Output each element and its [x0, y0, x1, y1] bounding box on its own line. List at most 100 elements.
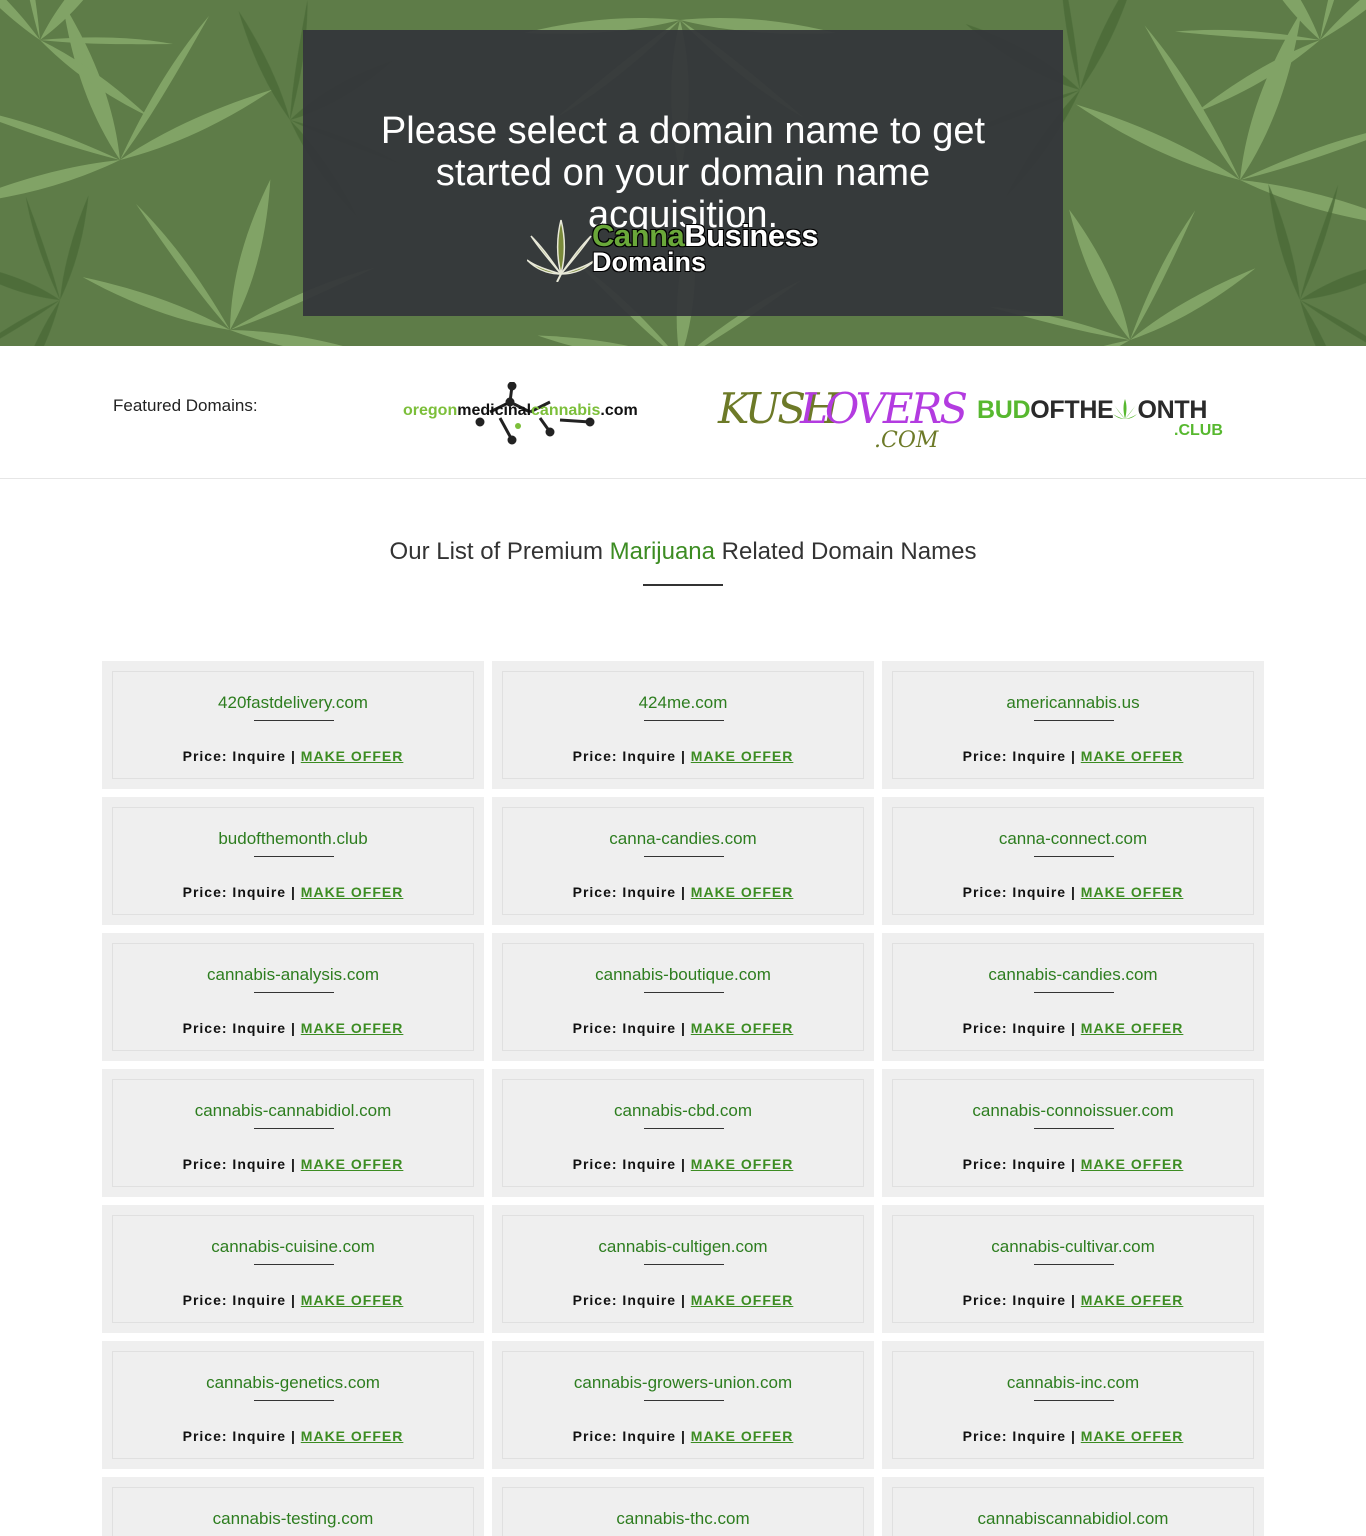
- make-offer-link[interactable]: MAKE OFFER: [301, 884, 404, 900]
- domain-card: cannabis-genetics.com Price: Inquire | MA…: [102, 1341, 484, 1469]
- make-offer-link[interactable]: MAKE OFFER: [1081, 1156, 1184, 1172]
- price-line: Price: Inquire | MAKE OFFER: [503, 1428, 863, 1444]
- domain-card: cannabis-candies.com Price: Inquire | MAK…: [882, 933, 1264, 1061]
- domain-name-link[interactable]: cannabis-growers-union.com: [503, 1372, 863, 1394]
- domain-card: cannabis-cultivar.com Price: Inquire | MA…: [882, 1205, 1264, 1333]
- price-label: Price: Inquire |: [572, 748, 691, 764]
- domain-name-link[interactable]: cannabis-cuisine.com: [113, 1236, 473, 1258]
- domain-name-link[interactable]: budofthemonth.club: [113, 828, 473, 850]
- price-label: Price: Inquire |: [572, 884, 691, 900]
- domain-name-link[interactable]: cannabis-cultivar.com: [893, 1236, 1253, 1258]
- price-label: Price: Inquire |: [182, 1156, 301, 1172]
- featured-logo-oregonmedicinalcannabis[interactable]: oregonmedicinalcannabis.com: [400, 382, 682, 448]
- cannabis-leaf-icon: [1113, 399, 1138, 419]
- domain-name-link[interactable]: cannabiscannabidiol.com: [893, 1508, 1253, 1530]
- domain-name-link[interactable]: cannabis-cbd.com: [503, 1100, 863, 1122]
- card-divider: [644, 1264, 724, 1265]
- title-divider: [643, 584, 723, 586]
- domain-card-inner: cannabis-genetics.com Price: Inquire | MA…: [112, 1351, 474, 1459]
- domain-name-link[interactable]: cannabis-cannabidiol.com: [113, 1100, 473, 1122]
- domain-name-link[interactable]: cannabis-thc.com: [503, 1508, 863, 1530]
- price-label: Price: Inquire |: [572, 1156, 691, 1172]
- domain-card-inner: cannabis-testing.comPrice: Inquire | MAK…: [112, 1487, 474, 1536]
- make-offer-link[interactable]: MAKE OFFER: [691, 1020, 794, 1036]
- domain-name-link[interactable]: cannabis-boutique.com: [503, 964, 863, 986]
- domain-card-inner: canna-connect.com Price: Inquire | MAKE O…: [892, 807, 1254, 915]
- price-label: Price: Inquire |: [182, 1292, 301, 1308]
- domain-name-link[interactable]: canna-connect.com: [893, 828, 1253, 850]
- domain-card-inner: cannabis-cuisine.com Price: Inquire | MAK…: [112, 1215, 474, 1323]
- domain-name-link[interactable]: cannabis-connoissuer.com: [893, 1100, 1253, 1122]
- cannabusiness-logo[interactable]: CannaBusiness Domains: [527, 218, 847, 282]
- price-label: Price: Inquire |: [962, 884, 1081, 900]
- domain-card: cannabiscannabidiol.comPrice: Inquire | …: [882, 1477, 1264, 1536]
- domain-name-link[interactable]: 424me.com: [503, 692, 863, 714]
- domain-card: cannabis-boutique.com Price: Inquire | MA…: [492, 933, 874, 1061]
- domain-card: cannabis-inc.com Price: Inquire | MAKE OF…: [882, 1341, 1264, 1469]
- domain-card-inner: cannabis-thc.comPrice: Inquire | MAKE OF…: [502, 1487, 864, 1536]
- card-divider: [254, 1264, 334, 1265]
- domain-card-inner: cannabis-candies.com Price: Inquire | MAK…: [892, 943, 1254, 1051]
- domain-card: 420fastdelivery.com Price: Inquire | MAKE…: [102, 661, 484, 789]
- make-offer-link[interactable]: MAKE OFFER: [1081, 884, 1184, 900]
- domain-name-link[interactable]: cannabis-candies.com: [893, 964, 1253, 986]
- domain-card-inner: cannabis-growers-union.com Price: Inquire…: [502, 1351, 864, 1459]
- domain-name-link[interactable]: cannabis-cultigen.com: [503, 1236, 863, 1258]
- featured-logo-kushlovers[interactable]: KUSH LOVERS .COM: [718, 380, 968, 460]
- card-divider: [254, 1128, 334, 1129]
- price-line: Price: Inquire | MAKE OFFER: [113, 1428, 473, 1444]
- make-offer-link[interactable]: MAKE OFFER: [301, 748, 404, 764]
- price-line: Price: Inquire | MAKE OFFER: [113, 748, 473, 764]
- make-offer-link[interactable]: MAKE OFFER: [301, 1020, 404, 1036]
- cannabis-leaf-icon: [527, 219, 596, 282]
- featured-label: Featured Domains:: [113, 396, 258, 415]
- price-label: Price: Inquire |: [182, 1020, 301, 1036]
- domain-card: cannabis-cbd.com Price: Inquire | MAKE OF…: [492, 1069, 874, 1197]
- domain-card-inner: budofthemonth.club Price: Inquire | MAKE …: [112, 807, 474, 915]
- make-offer-link[interactable]: MAKE OFFER: [691, 1292, 794, 1308]
- price-line: Price: Inquire | MAKE OFFER: [503, 1156, 863, 1172]
- price-label: Price: Inquire |: [962, 1428, 1081, 1444]
- price-line: Price: Inquire | MAKE OFFER: [893, 1428, 1253, 1444]
- price-line: Price: Inquire | MAKE OFFER: [113, 884, 473, 900]
- price-label: Price: Inquire |: [182, 1428, 301, 1444]
- card-divider: [254, 1400, 334, 1401]
- price-label: Price: Inquire |: [182, 748, 301, 764]
- domain-card-inner: cannabis-boutique.com Price: Inquire | MA…: [502, 943, 864, 1051]
- domain-name-link[interactable]: 420fastdelivery.com: [113, 692, 473, 714]
- make-offer-link[interactable]: MAKE OFFER: [301, 1156, 404, 1172]
- make-offer-link[interactable]: MAKE OFFER: [1081, 748, 1184, 764]
- domain-card-inner: cannabis-inc.com Price: Inquire | MAKE OF…: [892, 1351, 1254, 1459]
- domain-card-inner: cannabis-cannabidiol.com Price: Inquire |…: [112, 1079, 474, 1187]
- domain-name-link[interactable]: canna-candies.com: [503, 828, 863, 850]
- card-divider: [254, 720, 334, 721]
- make-offer-link[interactable]: MAKE OFFER: [301, 1428, 404, 1444]
- make-offer-link[interactable]: MAKE OFFER: [691, 1428, 794, 1444]
- make-offer-link[interactable]: MAKE OFFER: [691, 748, 794, 764]
- price-line: Price: Inquire | MAKE OFFER: [113, 1156, 473, 1172]
- domain-card: cannabis-thc.comPrice: Inquire | MAKE OF…: [492, 1477, 874, 1536]
- domain-card-inner: americannabis.us Price: Inquire | MAKE OF…: [892, 671, 1254, 779]
- price-line: Price: Inquire | MAKE OFFER: [503, 748, 863, 764]
- make-offer-link[interactable]: MAKE OFFER: [1081, 1292, 1184, 1308]
- make-offer-link[interactable]: MAKE OFFER: [301, 1292, 404, 1308]
- domain-card: cannabis-connoissuer.com Price: Inquire |…: [882, 1069, 1264, 1197]
- domain-card-inner: cannabis-cbd.com Price: Inquire | MAKE OF…: [502, 1079, 864, 1187]
- domain-name-link[interactable]: cannabis-testing.com: [113, 1508, 473, 1530]
- make-offer-link[interactable]: MAKE OFFER: [1081, 1020, 1184, 1036]
- featured-logo-budofthemonth[interactable]: BUDOFTHE ONTH .CLUB: [977, 396, 1237, 446]
- card-divider: [254, 992, 334, 993]
- card-divider: [644, 720, 724, 721]
- domain-name-link[interactable]: americannabis.us: [893, 692, 1253, 714]
- make-offer-link[interactable]: MAKE OFFER: [691, 884, 794, 900]
- domain-name-link[interactable]: cannabis-genetics.com: [113, 1372, 473, 1394]
- domain-name-link[interactable]: cannabis-inc.com: [893, 1372, 1253, 1394]
- price-line: Price: Inquire | MAKE OFFER: [893, 1020, 1253, 1036]
- make-offer-link[interactable]: MAKE OFFER: [1081, 1428, 1184, 1444]
- card-divider: [1034, 1264, 1114, 1265]
- domain-card: 424me.com Price: Inquire | MAKE OFFER: [492, 661, 874, 789]
- make-offer-link[interactable]: MAKE OFFER: [691, 1156, 794, 1172]
- domain-card: cannabis-cultigen.com Price: Inquire | MA…: [492, 1205, 874, 1333]
- domain-name-link[interactable]: cannabis-analysis.com: [113, 964, 473, 986]
- card-divider: [1034, 1128, 1114, 1129]
